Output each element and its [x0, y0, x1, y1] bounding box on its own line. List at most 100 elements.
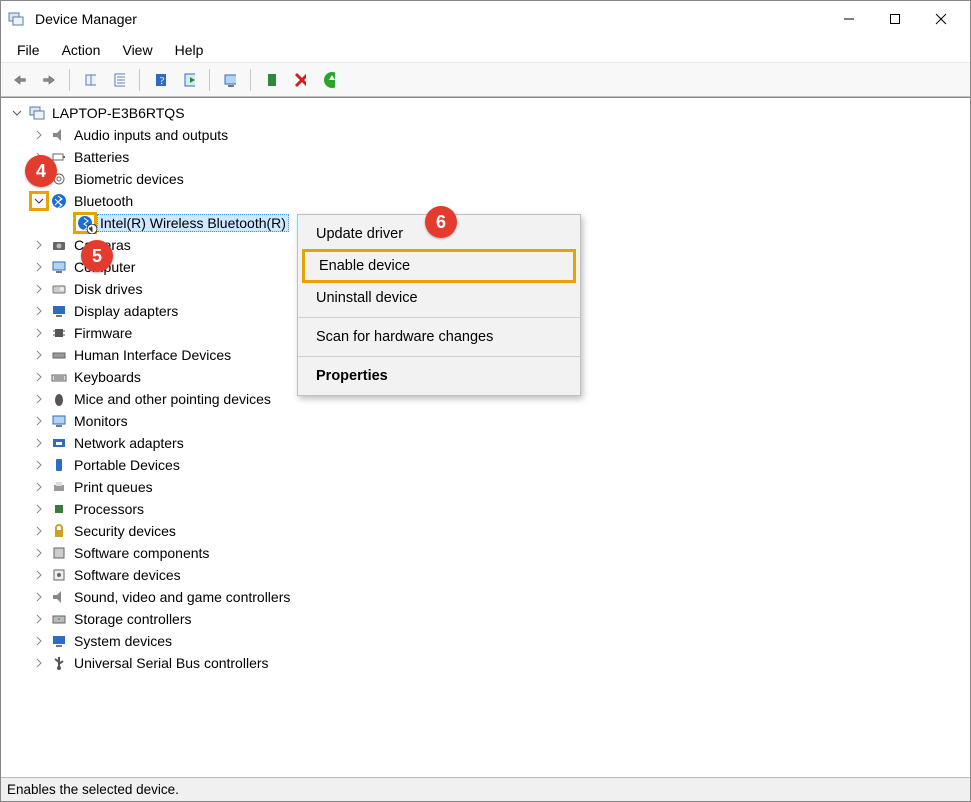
lock-icon	[49, 522, 69, 540]
tree-node-audio[interactable]: Audio inputs and outputs	[5, 124, 966, 146]
usb-icon	[49, 654, 69, 672]
node-label: System devices	[71, 632, 175, 650]
tree-node-softdev[interactable]: Software devices	[5, 564, 966, 586]
bluetooth-icon	[49, 192, 69, 210]
node-label: Disk drives	[71, 280, 145, 298]
device-manager-window: Device Manager File Action View Help	[0, 0, 971, 802]
menu-file[interactable]: File	[7, 40, 50, 60]
app-icon	[7, 9, 27, 29]
maximize-button[interactable]	[872, 1, 918, 37]
chevron-right-icon[interactable]	[31, 303, 47, 319]
menu-action[interactable]: Action	[52, 40, 111, 60]
chevron-right-icon[interactable]	[31, 413, 47, 429]
tree-node-usb[interactable]: Universal Serial Bus controllers	[5, 652, 966, 674]
node-label: Storage controllers	[71, 610, 195, 628]
chevron-right-icon[interactable]	[31, 391, 47, 407]
context-menu-separator	[298, 356, 580, 357]
window-title: Device Manager	[35, 11, 137, 27]
forward-button[interactable]	[36, 67, 62, 93]
node-label: Security devices	[71, 522, 179, 540]
tree-node-security[interactable]: Security devices	[5, 520, 966, 542]
enable-button[interactable]	[316, 67, 342, 93]
tree-node-sound[interactable]: Sound, video and game controllers	[5, 586, 966, 608]
node-label: Human Interface Devices	[71, 346, 234, 364]
network-icon	[49, 434, 69, 452]
component-icon	[49, 544, 69, 562]
callout-4: 4	[25, 155, 57, 187]
tree-node-portable[interactable]: Portable Devices	[5, 454, 966, 476]
device-tree[interactable]: LAPTOP-E3B6RTQS Audio inputs and outputs…	[1, 97, 970, 777]
chevron-right-icon[interactable]	[31, 237, 47, 253]
software-icon	[49, 566, 69, 584]
ctx-uninstall-device[interactable]: Uninstall device	[298, 283, 580, 313]
chevron-down-icon[interactable]	[9, 105, 25, 121]
node-label: Batteries	[71, 148, 132, 166]
node-label: Software components	[71, 544, 212, 562]
properties-button[interactable]	[106, 67, 132, 93]
menubar: File Action View Help	[1, 37, 970, 63]
chevron-right-icon[interactable]	[31, 281, 47, 297]
chevron-right-icon[interactable]	[31, 611, 47, 627]
toolbar-separator	[69, 69, 70, 91]
chevron-right-icon[interactable]	[31, 127, 47, 143]
chevron-down-icon[interactable]	[31, 193, 47, 209]
context-menu: Update driver Enable device Uninstall de…	[297, 214, 581, 396]
monitor-icon	[49, 258, 69, 276]
ctx-scan-hardware[interactable]: Scan for hardware changes	[298, 322, 580, 352]
menu-view[interactable]: View	[112, 40, 162, 60]
chevron-right-icon[interactable]	[31, 589, 47, 605]
tree-node-softcomp[interactable]: Software components	[5, 542, 966, 564]
help-button[interactable]: ?	[147, 67, 173, 93]
tree-node-system[interactable]: System devices	[5, 630, 966, 652]
chevron-right-icon[interactable]	[31, 347, 47, 363]
tree-root[interactable]: LAPTOP-E3B6RTQS	[5, 102, 966, 124]
close-button[interactable]	[918, 1, 964, 37]
show-hidden-button[interactable]	[77, 67, 103, 93]
ctx-properties[interactable]: Properties	[298, 361, 580, 391]
minimize-button[interactable]	[826, 1, 872, 37]
storage-icon	[49, 610, 69, 628]
monitor-icon	[49, 632, 69, 650]
chevron-right-icon[interactable]	[31, 523, 47, 539]
tree-node-monitors[interactable]: Monitors	[5, 410, 966, 432]
add-legacy-button[interactable]	[258, 67, 284, 93]
scan-button[interactable]	[217, 67, 243, 93]
portable-icon	[49, 456, 69, 474]
chevron-right-icon[interactable]	[31, 655, 47, 671]
chevron-right-icon[interactable]	[31, 633, 47, 649]
chevron-right-icon[interactable]	[31, 259, 47, 275]
chevron-right-icon[interactable]	[31, 369, 47, 385]
action-button[interactable]	[176, 67, 202, 93]
node-label: Sound, video and game controllers	[71, 588, 293, 606]
node-label: Network adapters	[71, 434, 187, 452]
chevron-right-icon[interactable]	[31, 567, 47, 583]
toolbar-separator	[139, 69, 140, 91]
display-adapter-icon	[49, 302, 69, 320]
tree-node-print[interactable]: Print queues	[5, 476, 966, 498]
callout-6: 6	[425, 206, 457, 238]
tree-node-biometric[interactable]: Biometric devices	[5, 168, 966, 190]
hid-icon	[49, 346, 69, 364]
chevron-right-icon[interactable]	[31, 325, 47, 341]
chevron-right-icon[interactable]	[31, 435, 47, 451]
toolbar-separator	[250, 69, 251, 91]
node-label: Display adapters	[71, 302, 181, 320]
tree-node-processors[interactable]: Processors	[5, 498, 966, 520]
tree-node-bluetooth[interactable]: Bluetooth	[5, 190, 966, 212]
menu-help[interactable]: Help	[165, 40, 214, 60]
uninstall-button[interactable]	[287, 67, 313, 93]
tree-node-network[interactable]: Network adapters	[5, 432, 966, 454]
chevron-right-icon[interactable]	[31, 457, 47, 473]
tree-node-storage[interactable]: Storage controllers	[5, 608, 966, 630]
chevron-right-icon[interactable]	[31, 479, 47, 495]
keyboard-icon	[49, 368, 69, 386]
chevron-right-icon[interactable]	[31, 545, 47, 561]
back-button[interactable]	[7, 67, 33, 93]
node-label: Monitors	[71, 412, 131, 430]
chevron-right-icon[interactable]	[31, 501, 47, 517]
node-label: Mice and other pointing devices	[71, 390, 274, 408]
node-label: Audio inputs and outputs	[71, 126, 231, 144]
ctx-enable-device[interactable]: Enable device	[302, 249, 576, 283]
tree-root-label: LAPTOP-E3B6RTQS	[49, 104, 188, 122]
tree-node-batteries[interactable]: Batteries	[5, 146, 966, 168]
